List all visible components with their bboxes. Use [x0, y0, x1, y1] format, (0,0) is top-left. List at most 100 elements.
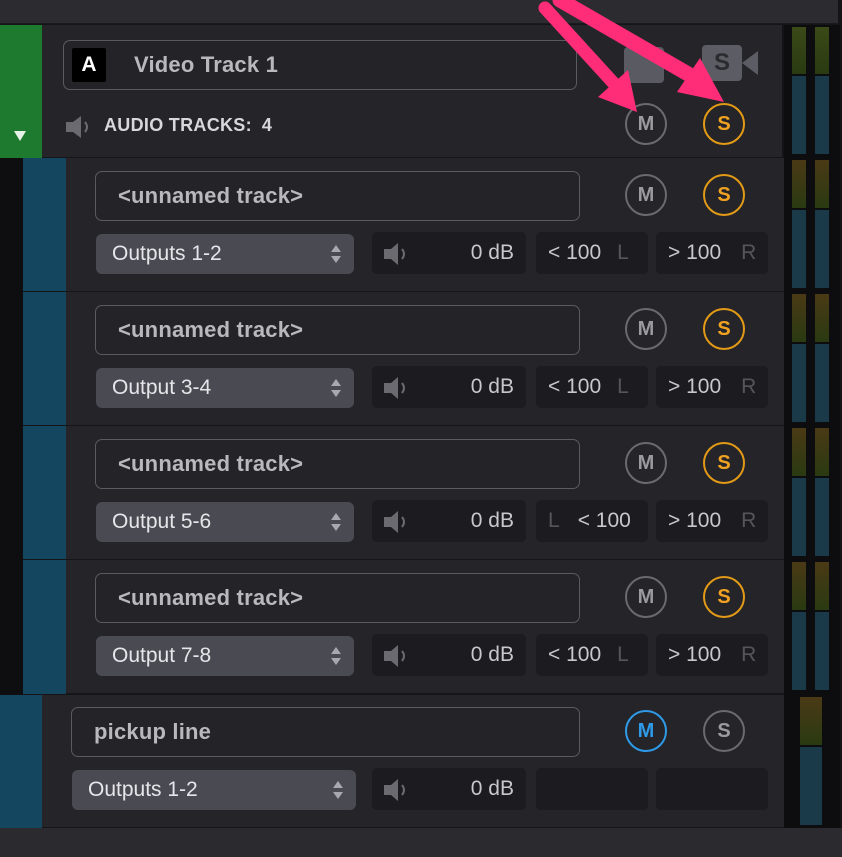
pan-left-channel: L — [617, 241, 629, 264]
solo-button[interactable]: S — [703, 442, 745, 484]
solo-button[interactable]: S — [703, 576, 745, 618]
mute-label: M — [637, 317, 655, 340]
pan-right-control[interactable]: > 100 R — [656, 366, 768, 408]
track-name: <unnamed track> — [118, 317, 304, 342]
mute-button[interactable]: M — [625, 308, 667, 350]
output-select-value: Output 3-4 — [112, 376, 212, 399]
meter-track1-r-low — [815, 210, 829, 288]
bottom-bar — [0, 828, 842, 857]
mute-button[interactable]: M — [625, 174, 667, 216]
output-select-value: Output 7-8 — [112, 644, 212, 667]
video-solo-button[interactable]: S — [703, 103, 745, 145]
solo-button[interactable]: S — [703, 308, 745, 350]
video-track-name-field[interactable]: A Video Track 1 — [63, 40, 577, 90]
mute-button[interactable]: M — [625, 442, 667, 484]
solo-label: S — [717, 112, 731, 135]
video-solo-ghost-label: S — [714, 49, 731, 76]
meter-track3-l-low — [792, 478, 806, 556]
volume-value: 0 dB — [470, 777, 514, 800]
audio-track-strip-4[interactable] — [23, 560, 66, 694]
volume-control[interactable]: 0 dB — [372, 500, 526, 542]
solo-label: S — [717, 451, 731, 474]
meter-video-r-low — [815, 76, 829, 154]
pan-left-channel: L — [548, 509, 560, 532]
speaker-icon — [384, 243, 405, 265]
volume-value: 0 dB — [470, 643, 514, 666]
pickup-track-name: pickup line — [94, 719, 212, 744]
pan-left-control[interactable]: < 100 L — [536, 232, 648, 274]
pan-right-channel: R — [741, 241, 757, 264]
solo-label: S — [717, 585, 731, 608]
meter-track2-l — [792, 294, 806, 342]
pan-left-value: < 100 — [548, 375, 602, 398]
audio-track-strip-1[interactable] — [23, 158, 66, 291]
track-name-field[interactable]: <unnamed track> — [95, 171, 580, 221]
video-track-header: A Video Track 1 S AUDIO TRACKS: 4 M S — [42, 25, 784, 158]
collapse-triangle-icon[interactable] — [12, 129, 28, 143]
video-mute-ghost-button[interactable] — [624, 47, 664, 83]
output-select[interactable]: Output 5-6 — [96, 502, 354, 542]
audio-group-gutter — [0, 158, 23, 695]
pan-right-channel: R — [741, 375, 757, 398]
audio-track-2: <unnamed track> M S Output 3-4 0 dB < 10… — [66, 292, 784, 426]
pan-right-control[interactable]: > 100 R — [656, 634, 768, 676]
pan-left-channel: L — [617, 643, 629, 666]
meter-track2-l-low — [792, 344, 806, 422]
video-mute-button[interactable]: M — [625, 103, 667, 145]
output-select[interactable]: Output 3-4 — [96, 368, 354, 408]
meter-track4-l-low — [792, 612, 806, 690]
pan-left-value: < 100 — [548, 643, 602, 666]
volume-value: 0 dB — [470, 241, 514, 264]
mute-label: M — [637, 719, 655, 742]
pickup-pan-right-empty[interactable] — [656, 768, 768, 810]
video-solo-camera-button[interactable]: S — [702, 43, 758, 83]
pan-left-value: < 100 — [548, 241, 602, 264]
output-select[interactable]: Outputs 1-2 — [96, 234, 354, 274]
pickup-track: pickup line M S Outputs 1-2 0 dB — [42, 695, 784, 828]
audio-track-strip-3[interactable] — [23, 426, 66, 559]
track-name-field[interactable]: <unnamed track> — [95, 573, 580, 623]
pan-right-control[interactable]: > 100 R — [656, 232, 768, 274]
video-track-color-strip[interactable] — [0, 25, 42, 158]
pickup-volume-control[interactable]: 0 dB — [372, 768, 526, 810]
track-name: <unnamed track> — [118, 451, 304, 476]
pan-left-control[interactable]: < 100 L — [536, 366, 648, 408]
audio-tracks-title: AUDIO TRACKS: — [104, 115, 252, 135]
volume-control[interactable]: 0 dB — [372, 232, 526, 274]
output-select[interactable]: Output 7-8 — [96, 636, 354, 676]
pan-left-control[interactable]: L < 100 — [536, 500, 648, 542]
solo-button[interactable]: S — [703, 174, 745, 216]
pan-right-value: > 100 — [668, 509, 722, 532]
pan-right-control[interactable]: > 100 R — [656, 500, 768, 542]
track-name-field[interactable]: <unnamed track> — [95, 305, 580, 355]
pickup-track-strip[interactable] — [0, 695, 42, 828]
pan-right-value: > 100 — [668, 643, 722, 666]
pickup-solo-button[interactable]: S — [703, 710, 745, 752]
pan-left-control[interactable]: < 100 L — [536, 634, 648, 676]
pan-right-channel: R — [741, 509, 757, 532]
audio-track-strip-2[interactable] — [23, 292, 66, 425]
pickup-mute-button[interactable]: M — [625, 710, 667, 752]
volume-value: 0 dB — [470, 509, 514, 532]
mute-button[interactable]: M — [625, 576, 667, 618]
pan-left-value: < 100 — [577, 509, 631, 532]
pickup-pan-left-empty[interactable] — [536, 768, 648, 810]
speaker-icon — [384, 779, 405, 801]
output-select-value: Outputs 1-2 — [88, 778, 198, 801]
audio-track-1: <unnamed track> M S Outputs 1-2 0 dB < 1… — [66, 158, 784, 292]
audio-track-3: <unnamed track> M S Output 5-6 0 dB L < … — [66, 426, 784, 560]
select-arrows-icon — [331, 379, 341, 397]
speaker-icon — [66, 116, 88, 138]
meter-pickup-low — [800, 747, 822, 825]
solo-label: S — [717, 719, 731, 742]
audio-tracks-label: AUDIO TRACKS: 4 — [104, 115, 272, 136]
track-name-field[interactable]: <unnamed track> — [95, 439, 580, 489]
volume-control[interactable]: 0 dB — [372, 634, 526, 676]
pickup-track-name-field[interactable]: pickup line — [71, 707, 580, 757]
pickup-output-select[interactable]: Outputs 1-2 — [72, 770, 356, 810]
audio-tracks-count: 4 — [261, 115, 273, 135]
speaker-icon — [384, 377, 405, 399]
pan-left-channel: L — [617, 375, 629, 398]
volume-control[interactable]: 0 dB — [372, 366, 526, 408]
audio-track-4: <unnamed track> M S Output 7-8 0 dB < 10… — [66, 560, 784, 694]
